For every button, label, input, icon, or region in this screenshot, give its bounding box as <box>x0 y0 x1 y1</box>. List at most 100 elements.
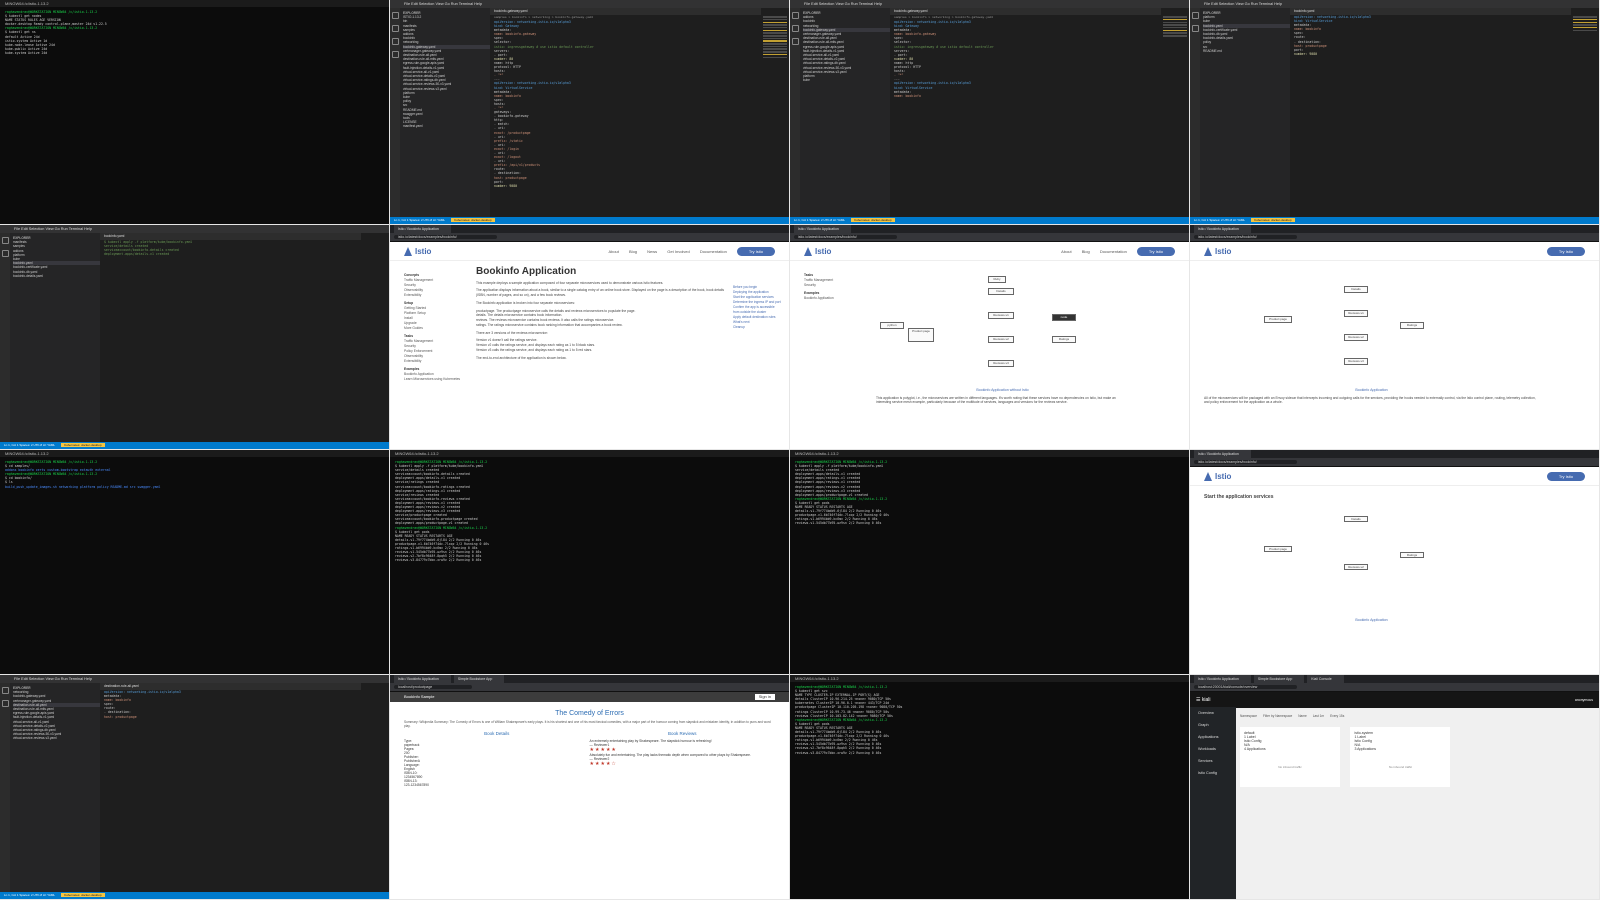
editor-tab[interactable]: bookinfo.yaml <box>100 233 361 240</box>
editor-area[interactable]: bookinfo.yaml $ kubectl apply -f platfor… <box>100 233 361 442</box>
files-icon[interactable] <box>1 687 9 694</box>
url-field[interactable]: istio.io/latest/docs/examples/bookinfo/ <box>794 235 897 239</box>
editor-tab[interactable]: bookinfo-gateway.yaml <box>890 8 1161 15</box>
istio-logo[interactable]: Istio <box>404 246 431 256</box>
address-bar[interactable]: localhost/productpage <box>390 683 789 692</box>
browser-tab[interactable]: Istio / Bookinfo Application <box>794 225 851 233</box>
namespace-card[interactable]: istio-system 1 Label Istio Config N/A 3 … <box>1350 727 1451 787</box>
try-istio-button[interactable]: Try Istio <box>1546 246 1585 256</box>
git-icon[interactable] <box>791 38 799 45</box>
editor-tab[interactable]: bookinfo.yaml <box>1290 8 1571 15</box>
git-icon[interactable] <box>391 38 399 45</box>
editor-area[interactable]: bookinfo-gateway.yaml samples > bookinfo… <box>490 8 761 217</box>
search-icon[interactable] <box>391 25 399 32</box>
nav-link[interactable]: News <box>647 249 657 254</box>
namespace-apps[interactable]: 4 Applications <box>1244 747 1336 751</box>
nav-link[interactable]: About <box>1061 249 1071 254</box>
sign-in-button[interactable]: Sign in <box>754 694 775 700</box>
minimap[interactable] <box>1573 15 1597 214</box>
nav-link[interactable]: Blog <box>1082 249 1090 254</box>
sidebar-item[interactable]: Bookinfo Application <box>804 296 866 301</box>
tree-item[interactable]: manifest.yaml <box>403 124 493 128</box>
vscode-menubar[interactable]: File Edit Selection View Go Run Terminal… <box>390 0 789 8</box>
browser-tab[interactable]: Istio / Bookinfo Application <box>1194 225 1251 233</box>
address-bar[interactable]: istio.io/latest/docs/examples/bookinfo/ <box>1190 233 1599 242</box>
vscode-menubar[interactable]: File Edit Selection View Go Run Terminal… <box>0 225 389 233</box>
url-field[interactable]: istio.io/latest/docs/examples/bookinfo/ <box>1194 235 1297 239</box>
address-bar[interactable]: localhost:20001/kiali/console/overview <box>1190 683 1599 692</box>
url-field[interactable]: localhost/productpage <box>394 685 473 689</box>
nav-link[interactable]: Documentation <box>1100 249 1127 254</box>
hamburger-icon[interactable]: ☰ <box>1196 697 1200 703</box>
status-badge[interactable]: Kubernetes: docker-desktop <box>61 443 105 447</box>
minimap[interactable] <box>1163 15 1187 214</box>
sidebar-item-applications[interactable]: Applications <box>1198 731 1236 743</box>
try-istio-button[interactable]: Try Istio <box>1136 246 1175 256</box>
code-view[interactable]: $ kubectl apply -f platform/kube/bookinf… <box>100 240 361 256</box>
editor-tab[interactable]: bookinfo-gateway.yaml <box>490 8 761 15</box>
url-field[interactable]: localhost:20001/kiali/console/overview <box>1194 685 1298 689</box>
sidebar-item-overview[interactable]: Overview <box>1198 707 1236 719</box>
search-icon[interactable] <box>1 250 9 257</box>
nav-link[interactable]: About <box>608 249 618 254</box>
minimap[interactable] <box>763 15 787 214</box>
browser-tab[interactable]: Istio / Bookinfo Application <box>394 225 451 233</box>
status-badge[interactable]: Kubernetes: docker-desktop <box>451 218 495 222</box>
namespace-apps[interactable]: 3 Applications <box>1354 747 1446 751</box>
browser-tab-active[interactable]: Kiali Console <box>1307 675 1344 683</box>
nav-link[interactable]: Documentation <box>700 249 727 254</box>
tree-item[interactable]: virtual-service-reviews-v3.yaml <box>13 736 103 740</box>
url-field[interactable]: istio.io/latest/docs/examples/bookinfo/ <box>394 235 497 239</box>
browser-tab[interactable]: Istio / Bookinfo Application <box>1194 450 1251 458</box>
namespace-filter[interactable]: Filter by Namespace <box>1263 714 1292 718</box>
address-bar[interactable]: istio.io/latest/docs/examples/bookinfo/ <box>790 233 1189 242</box>
browser-tab-active[interactable]: Simple Bookstore App <box>453 675 505 683</box>
sidebar-item[interactable]: More Guides <box>404 326 466 331</box>
try-istio-button[interactable]: Try Istio <box>736 246 775 256</box>
editor-area[interactable]: destination-rule-all.yaml apiVersion: ne… <box>100 683 361 892</box>
files-icon[interactable] <box>1191 12 1199 19</box>
tree-item[interactable]: README.md <box>1203 49 1293 53</box>
sidebar-item[interactable]: Extensibility <box>404 359 466 364</box>
editor-tab[interactable]: destination-rule-all.yaml <box>100 683 361 690</box>
extensions-icon[interactable] <box>391 51 399 58</box>
files-icon[interactable] <box>391 12 399 19</box>
sidebar-item-istio-config[interactable]: Istio Config <box>1198 767 1236 779</box>
toc-link[interactable]: Cleanup <box>733 325 781 330</box>
status-badge[interactable]: Kubernetes: docker-desktop <box>851 218 895 222</box>
files-icon[interactable] <box>791 12 799 19</box>
browser-tab[interactable]: Istio / Bookinfo Application <box>394 675 451 683</box>
try-istio-button[interactable]: Try Istio <box>1546 471 1585 481</box>
refresh-select[interactable]: Every 15s <box>1330 714 1344 718</box>
editor-area[interactable]: bookinfo-gateway.yaml samples > bookinfo… <box>890 8 1161 217</box>
code-view[interactable]: apiVersion: networking.istio.io/v1alpha3… <box>490 20 761 188</box>
sidebar-item[interactable]: Extensibility <box>404 293 466 298</box>
istio-logo[interactable]: Istio <box>1204 471 1231 481</box>
code-view[interactable]: apiVersion: networking.istio.io/v1alpha3… <box>890 20 1161 98</box>
vscode-menubar[interactable]: File Edit Selection View Go Run Terminal… <box>0 675 389 683</box>
user-menu[interactable]: anonymous <box>1575 698 1593 702</box>
search-icon[interactable] <box>791 25 799 32</box>
sidebar-item[interactable]: Learn Microservices using Kubernetes <box>404 377 466 382</box>
nav-link[interactable]: Get Involved <box>667 249 689 254</box>
tree-item[interactable]: kube <box>803 78 893 82</box>
code-view[interactable]: apiVersion: networking.istio.io/v1alpha3… <box>100 690 361 719</box>
status-badge[interactable]: Kubernetes: docker-desktop <box>1251 218 1295 222</box>
editor-area[interactable]: bookinfo.yaml apiVersion: networking.ist… <box>1290 8 1571 217</box>
duration-select[interactable]: Last 1m <box>1313 714 1324 718</box>
address-bar[interactable]: istio.io/latest/docs/examples/bookinfo/ <box>390 233 789 242</box>
istio-logo[interactable]: Istio <box>804 246 831 256</box>
browser-tab[interactable]: Simple Bookstore App <box>1253 675 1305 683</box>
address-bar[interactable]: istio.io/latest/docs/examples/bookinfo/ <box>1190 458 1599 467</box>
sidebar-item-graph[interactable]: Graph <box>1198 719 1236 731</box>
nav-link[interactable]: Blog <box>629 249 637 254</box>
sidebar-item[interactable]: Security <box>804 283 866 288</box>
vscode-menubar[interactable]: File Edit Selection View Go Run Terminal… <box>790 0 1189 8</box>
status-badge[interactable]: Kubernetes: docker-desktop <box>61 893 105 897</box>
vscode-menubar[interactable]: File Edit Selection View Go Run Terminal… <box>1190 0 1599 8</box>
toc-link[interactable]: Confirm the app is accessible from outsi… <box>733 305 781 315</box>
istio-logo[interactable]: Istio <box>1204 246 1231 256</box>
files-icon[interactable] <box>1 237 9 244</box>
namespace-select[interactable]: Namespace <box>1240 714 1257 718</box>
tree-item[interactable]: bookinfo-details.yaml <box>13 274 103 278</box>
